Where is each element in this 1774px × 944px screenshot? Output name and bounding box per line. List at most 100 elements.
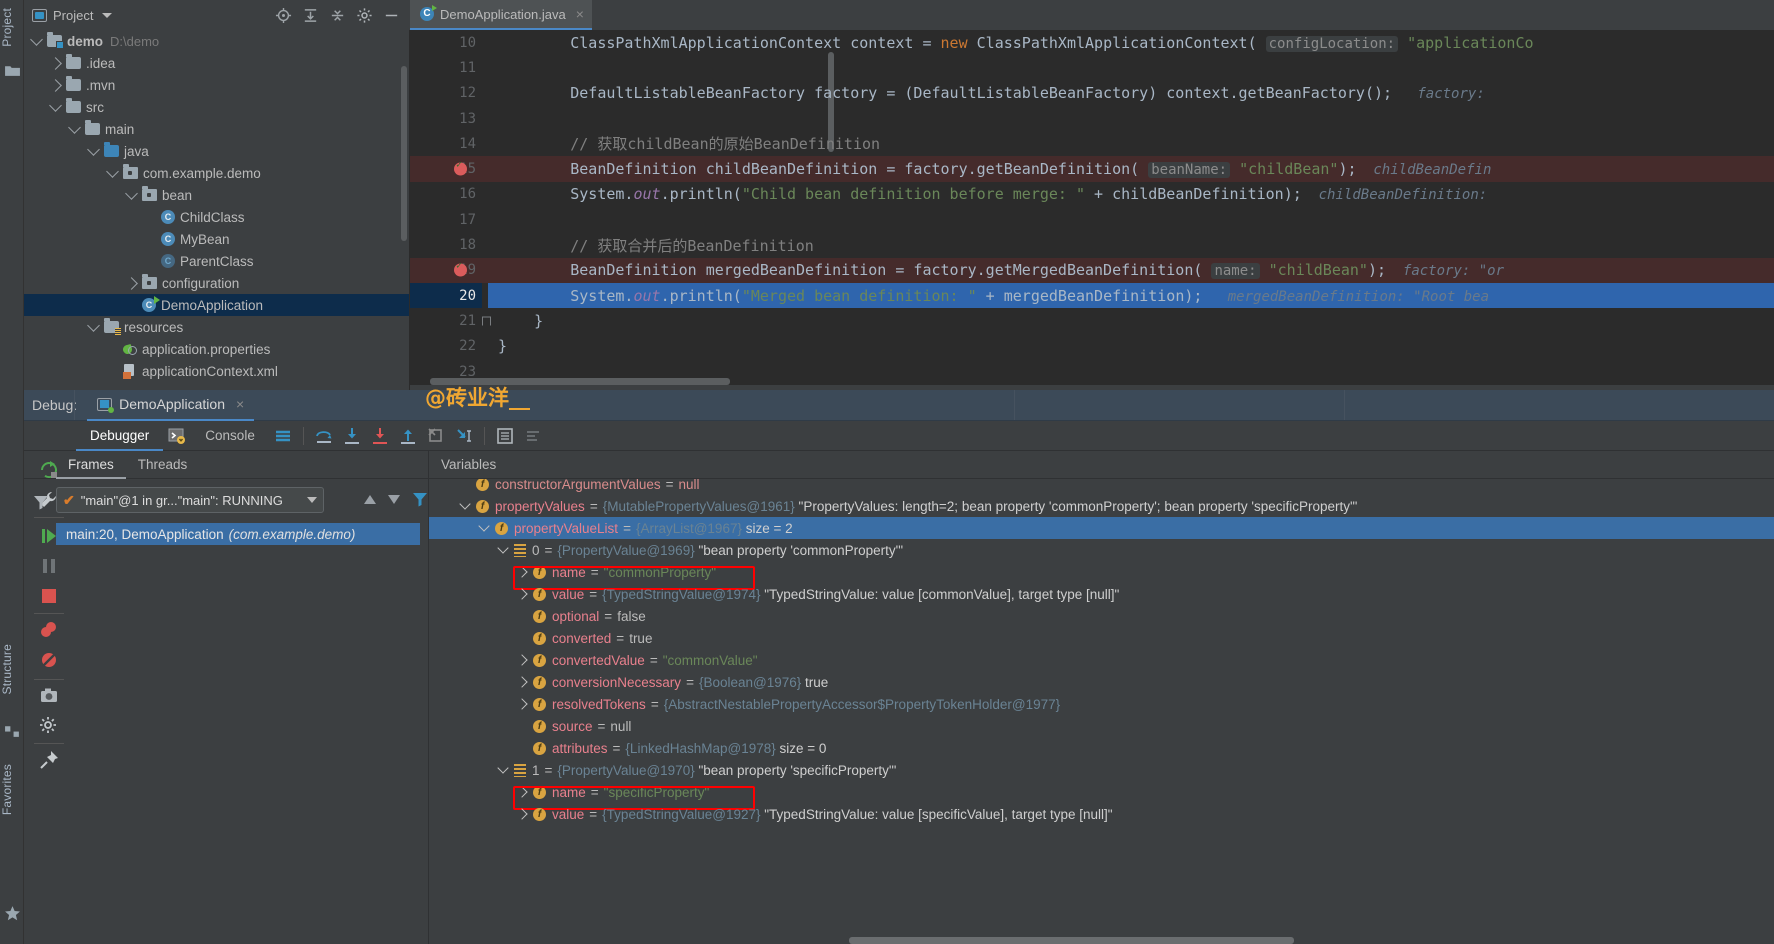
tree-node-demoapplication[interactable]: C DemoApplication <box>24 294 409 316</box>
line-gutter[interactable]: 13 <box>410 106 488 131</box>
chevron-right-icon[interactable] <box>516 676 528 688</box>
chevron-down-icon[interactable] <box>87 318 100 332</box>
frames-filter-icon[interactable] <box>412 491 428 507</box>
minimize-icon[interactable] <box>383 7 400 24</box>
force-step-into-icon[interactable] <box>369 425 391 447</box>
line-gutter[interactable]: 10 <box>410 30 488 55</box>
variable-row[interactable]: f convertedValue = "commonValue" <box>429 649 1774 671</box>
code-editor[interactable]: 10 ClassPathXmlApplicationContext contex… <box>410 30 1774 385</box>
tree-node-com-example-demo[interactable]: com.example.demo <box>24 162 409 184</box>
variable-row[interactable]: f propertyValues = {MutablePropertyValues@1… <box>429 495 1774 517</box>
chevron-down-icon[interactable] <box>49 98 62 112</box>
tree-node-src[interactable]: src <box>24 96 409 118</box>
tab-debugger[interactable]: Debugger <box>76 421 164 451</box>
gear-icon[interactable] <box>356 7 373 24</box>
editor-line-14[interactable]: 14 // 获取childBean的原始BeanDefinition <box>410 131 1774 156</box>
tree-node-childclass[interactable]: C ChildClass <box>24 206 409 228</box>
tab-threads[interactable]: Threads <box>126 451 200 479</box>
chevron-right-icon[interactable] <box>516 786 528 798</box>
editor-line-11[interactable]: 11 <box>410 55 1774 80</box>
tree-node-mybean[interactable]: C MyBean <box>24 228 409 250</box>
line-gutter[interactable]: 12 <box>410 81 488 106</box>
drop-frame-icon[interactable] <box>425 425 447 447</box>
line-gutter[interactable]: 19 <box>410 258 488 283</box>
chevron-right-icon[interactable] <box>516 698 528 710</box>
variable-row[interactable]: f resolvedTokens = {AbstractNestablePropert… <box>429 693 1774 715</box>
line-gutter[interactable]: 18 <box>410 232 488 257</box>
chevron-down-icon[interactable] <box>497 762 509 774</box>
tree-node-java[interactable]: java <box>24 140 409 162</box>
editor-line-12[interactable]: 12 DefaultListableBeanFactory factory = … <box>410 81 1774 106</box>
variable-row[interactable]: f value = {TypedStringValue@1974} "TypedStr… <box>429 583 1774 605</box>
editor-line-15[interactable]: 15 BeanDefinition childBeanDefinition = … <box>410 156 1774 182</box>
variable-row[interactable]: 1 = {PropertyValue@1970} "bean property 's… <box>429 759 1774 781</box>
editor-line-22[interactable]: 22} <box>410 334 1774 359</box>
variable-row[interactable]: 0 = {PropertyValue@1969} "bean property 'c… <box>429 539 1774 561</box>
chevron-down-icon[interactable] <box>87 142 100 156</box>
chevron-down-icon[interactable] <box>478 520 490 532</box>
chevron-right-icon[interactable] <box>49 56 62 70</box>
filter-icon[interactable] <box>32 493 50 511</box>
tree-node-applicationcontext-xml[interactable]: applicationContext.xml <box>24 360 409 382</box>
chevron-right-icon[interactable] <box>125 276 138 290</box>
sidebar-item-favorites[interactable]: Favorites <box>0 760 24 819</box>
tree-node-demo[interactable]: demo D:\demo <box>24 30 409 52</box>
thread-selector[interactable]: ✔ "main"@1 in gr..."main": RUNNING <box>56 487 324 513</box>
close-icon[interactable]: × <box>576 6 584 22</box>
variables-panel[interactable]: f constructorArgumentValues = null f property… <box>428 479 1774 944</box>
editor-tab-demoapplication[interactable]: C DemoApplication.java × <box>410 0 592 30</box>
settings-list-icon[interactable] <box>522 425 544 447</box>
step-over-icon[interactable] <box>313 425 335 447</box>
breakpoint-icon[interactable] <box>454 160 467 176</box>
project-tree-scrollbar[interactable] <box>401 66 407 241</box>
tree-node-configuration[interactable]: configuration <box>24 272 409 294</box>
tree-node-main[interactable]: main <box>24 118 409 140</box>
variable-row[interactable]: f value = {TypedStringValue@1927} "TypedStr… <box>429 803 1774 825</box>
chevron-down-icon[interactable] <box>497 542 509 554</box>
line-gutter[interactable]: 21 <box>410 308 491 333</box>
variable-row[interactable]: f constructorArgumentValues = null <box>429 479 1774 495</box>
sidebar-item-project[interactable]: Project <box>0 4 24 51</box>
collapse-all-icon[interactable] <box>329 7 346 24</box>
line-gutter[interactable]: 15 <box>410 156 488 181</box>
variable-row[interactable]: f attributes = {LinkedHashMap@1978} size = … <box>429 737 1774 759</box>
chevron-down-icon[interactable] <box>102 12 113 18</box>
variable-row[interactable]: f source = null <box>429 715 1774 737</box>
tab-frames[interactable]: Frames <box>56 451 126 479</box>
step-into-icon[interactable] <box>341 425 363 447</box>
chevron-right-icon[interactable] <box>516 808 528 820</box>
editor-line-13[interactable]: 13 <box>410 106 1774 131</box>
line-gutter[interactable]: 11 <box>410 55 488 80</box>
step-out-icon[interactable] <box>397 425 419 447</box>
line-gutter[interactable]: 14 <box>410 131 488 156</box>
editor-line-16[interactable]: 16 System.out.println("Child bean defini… <box>410 182 1774 207</box>
line-gutter[interactable]: 22 <box>410 334 488 359</box>
chevron-down-icon[interactable] <box>106 164 119 178</box>
sidebar-item-structure[interactable]: Structure <box>0 640 24 699</box>
editor-line-10[interactable]: 10 ClassPathXmlApplicationContext contex… <box>410 30 1774 55</box>
variables-horizontal-scrollbar[interactable] <box>849 937 1294 944</box>
structure-icon[interactable] <box>4 722 21 739</box>
tree-node-bean[interactable]: bean <box>24 184 409 206</box>
variable-row[interactable]: f conversionNecessary = {Boolean@1976} true <box>429 671 1774 693</box>
chevron-down-icon[interactable] <box>125 186 138 200</box>
chevron-right-icon[interactable] <box>516 654 528 666</box>
code-fold-icon[interactable] <box>482 316 491 326</box>
run-to-cursor-icon[interactable] <box>453 425 475 447</box>
close-icon[interactable]: × <box>236 396 244 412</box>
tree-node-application-properties[interactable]: application.properties <box>24 338 409 360</box>
chevron-down-icon[interactable] <box>30 32 43 46</box>
tree-node-parentclass[interactable]: C ParentClass <box>24 250 409 272</box>
tab-console[interactable]: Console <box>191 421 269 451</box>
variable-row[interactable]: f name = "specificProperty" <box>429 781 1774 803</box>
frame-down-icon[interactable] <box>388 494 400 504</box>
breakpoint-icon[interactable] <box>454 261 467 277</box>
tree-node--idea[interactable]: .idea <box>24 52 409 74</box>
variable-row[interactable]: f name = "commonProperty" <box>429 561 1774 583</box>
chevron-down-icon[interactable] <box>307 497 317 503</box>
variable-row[interactable]: f optional = false <box>429 605 1774 627</box>
editor-line-21[interactable]: 21 } <box>410 308 1774 333</box>
line-gutter[interactable]: 16 <box>410 182 488 207</box>
console-icon[interactable] <box>166 425 188 447</box>
chevron-down-icon[interactable] <box>68 120 81 134</box>
